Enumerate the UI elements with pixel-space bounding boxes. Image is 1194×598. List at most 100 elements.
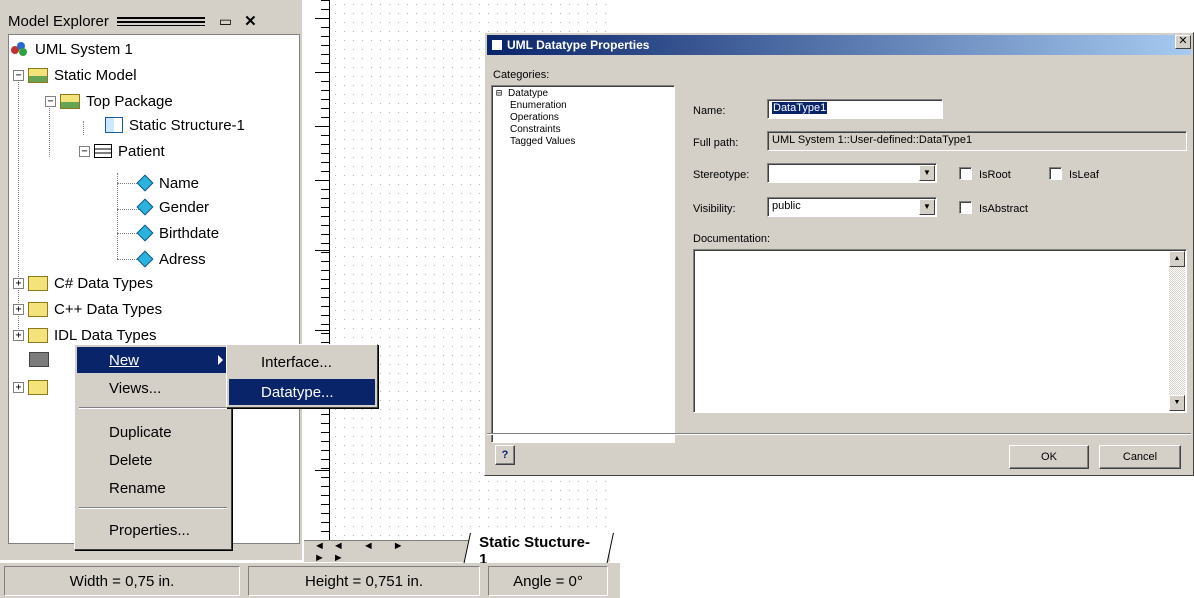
category-enumeration[interactable]: Enumeration	[510, 100, 567, 111]
stereotype-select[interactable]: ▼	[767, 163, 937, 183]
isabstract-checkbox[interactable]	[959, 201, 972, 214]
close-icon[interactable]: ✕	[1175, 35, 1191, 49]
status-angle: Angle = 0°	[488, 566, 608, 596]
dropdown-arrow-icon[interactable]: ▼	[919, 199, 935, 215]
tree-item-attribute[interactable]: Name	[135, 171, 199, 195]
folder-icon	[28, 275, 48, 291]
scroll-down-icon[interactable]: ▼	[1169, 395, 1185, 411]
tree-item-patient[interactable]: − Patient	[79, 139, 165, 163]
category-tagged-values[interactable]: Tagged Values	[510, 136, 575, 147]
tree-item-csharp-types[interactable]: + C# Data Types	[13, 271, 153, 295]
fullpath-label: Full path:	[693, 137, 739, 149]
attribute-icon	[136, 174, 154, 192]
tree-item-static-model[interactable]: − Static Model	[13, 63, 137, 87]
documentation-label: Documentation:	[693, 233, 771, 245]
documentation-textarea[interactable]: ▲ ▼	[693, 249, 1187, 413]
tree-item-label: IDL Data Types	[54, 326, 157, 344]
menu-item-duplicate[interactable]: Duplicate	[77, 419, 229, 445]
menu-item-datatype[interactable]: Datatype...	[229, 379, 375, 405]
tree-item-label: Birthdate	[159, 224, 220, 242]
tree-item-uml-system[interactable]: UML System 1	[11, 37, 133, 61]
cancel-button[interactable]: Cancel	[1099, 445, 1181, 469]
submenu-arrow-icon	[218, 355, 223, 365]
expand-icon[interactable]: +	[13, 329, 24, 341]
dialog-title: UML Datatype Properties	[507, 38, 650, 52]
categories-list: ⊟ Datatype Enumeration Operations Constr…	[491, 85, 675, 443]
tree-item-label: Static Structure-1	[129, 116, 245, 134]
isabstract-label: IsAbstract	[979, 203, 1028, 215]
scroll-up-icon[interactable]: ▲	[1169, 251, 1185, 267]
status-bar: Width = 0,75 in. Height = 0,751 in. Angl…	[0, 563, 620, 598]
tree-item-label: Patient	[118, 142, 165, 160]
menu-item-views[interactable]: Views...	[77, 375, 229, 401]
drag-grip-icon[interactable]	[116, 16, 205, 26]
vertical-ruler	[304, 0, 330, 540]
datatype-properties-dialog: UML Datatype Properties ✕ Categories: ⊟ …	[484, 32, 1194, 476]
tree-item-static-structure[interactable]: Static Structure-1	[105, 113, 245, 137]
restore-icon[interactable]: ▭	[219, 13, 232, 30]
folder-icon	[29, 351, 49, 367]
page-nav-icons[interactable]: ◄◄ ◄ ► ►►	[314, 540, 460, 564]
diagram-icon	[105, 117, 123, 133]
tree-item-label: Name	[159, 174, 200, 192]
vertical-scrollbar[interactable]: ▲ ▼	[1169, 251, 1185, 411]
collapse-icon[interactable]: −	[79, 145, 90, 157]
category-constraints[interactable]: Constraints	[510, 124, 561, 135]
folder-icon	[28, 327, 48, 343]
submenu-new: Interface... Datatype...	[226, 344, 378, 408]
folder-icon	[28, 301, 48, 317]
tree-item-attribute[interactable]: Gender	[135, 195, 209, 219]
tree-item-label: Adress	[159, 250, 206, 268]
menu-item-new[interactable]: New	[77, 347, 229, 373]
expand-icon[interactable]: +	[13, 303, 24, 315]
isleaf-checkbox[interactable]	[1049, 167, 1062, 180]
tree-item-user-defined[interactable]	[29, 347, 55, 371]
explorer-title-bar: Model Explorer ▭ ✕	[8, 10, 298, 32]
tree-item-top-package[interactable]: − Top Package	[45, 89, 173, 113]
collapse-icon[interactable]: −	[13, 69, 24, 81]
tree-item-label: Gender	[159, 198, 210, 216]
open-folder-icon	[60, 93, 80, 109]
stereotype-label: Stereotype:	[693, 169, 750, 181]
tree-item-cpp-types[interactable]: + C++ Data Types	[13, 297, 162, 321]
app-icon	[491, 39, 503, 51]
help-button[interactable]: ?	[495, 445, 515, 465]
category-datatype[interactable]: ⊟ Datatype	[496, 88, 548, 99]
menu-item-rename[interactable]: Rename	[77, 475, 229, 501]
close-icon[interactable]: ✕	[244, 12, 257, 30]
tree-item-label: C++ Data Types	[54, 300, 163, 318]
tree-item-collapsed[interactable]: +	[13, 375, 54, 399]
tree-item-label: C# Data Types	[54, 274, 153, 292]
isleaf-label: IsLeaf	[1069, 169, 1099, 181]
visibility-label: Visibility:	[693, 203, 736, 215]
menu-item-properties[interactable]: Properties...	[77, 517, 229, 543]
page-tab-bar: ◄◄ ◄ ► ►► Static Stucture-1	[304, 533, 614, 570]
dropdown-arrow-icon[interactable]: ▼	[919, 165, 935, 181]
isroot-checkbox[interactable]	[959, 167, 972, 180]
dialog-separator	[487, 433, 1191, 435]
isroot-label: IsRoot	[979, 169, 1011, 181]
categories-label: Categories:	[493, 69, 550, 81]
status-width: Width = 0,75 in.	[4, 566, 240, 596]
visibility-select[interactable]: public ▼	[767, 197, 937, 217]
tree-item-attribute[interactable]: Birthdate	[135, 221, 219, 245]
ok-button[interactable]: OK	[1009, 445, 1089, 469]
tree-item-label: Top Package	[86, 92, 173, 110]
expand-icon[interactable]: +	[13, 277, 24, 289]
category-operations[interactable]: Operations	[510, 112, 559, 123]
status-height: Height = 0,751 in.	[248, 566, 480, 596]
name-input[interactable]: DataType1	[767, 99, 943, 119]
menu-separator	[79, 407, 227, 409]
collapse-icon[interactable]: −	[45, 95, 56, 107]
menu-item-interface[interactable]: Interface...	[229, 349, 375, 375]
tree-item-label: UML System 1	[35, 40, 133, 58]
tree-item-attribute[interactable]: Adress	[135, 247, 206, 271]
tree-item-label: Static Model	[54, 66, 137, 84]
expand-icon[interactable]: +	[13, 381, 24, 393]
attribute-icon	[136, 250, 154, 268]
fullpath-field: UML System 1::User-defined::DataType1	[767, 131, 1187, 151]
dialog-title-bar[interactable]: UML Datatype Properties	[487, 35, 1191, 55]
name-label: Name:	[693, 105, 726, 117]
folder-icon	[28, 379, 48, 395]
menu-item-delete[interactable]: Delete	[77, 447, 229, 473]
